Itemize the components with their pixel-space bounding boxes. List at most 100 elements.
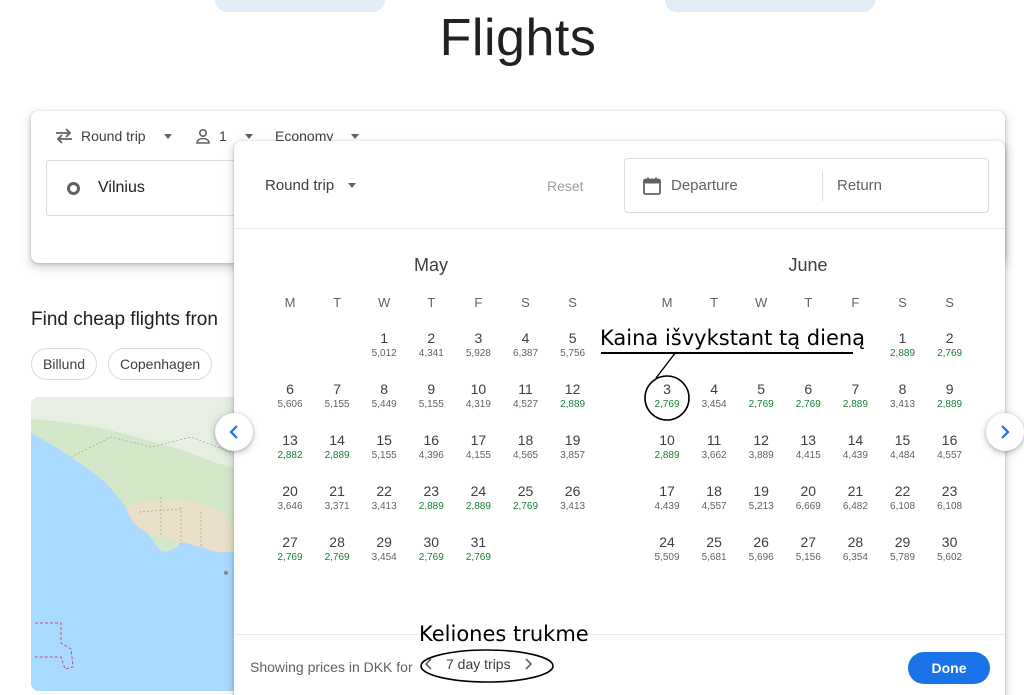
calendar-day[interactable]: 26 5,696 xyxy=(741,535,781,564)
calendar-day[interactable]: 4 6,387 xyxy=(506,331,546,360)
calendar-day[interactable]: 23 6,108 xyxy=(930,484,970,513)
calendar-day[interactable]: 5 5,756 xyxy=(553,331,593,360)
calendar-day[interactable]: 8 3,413 xyxy=(883,382,923,411)
done-button[interactable]: Done xyxy=(908,652,990,684)
next-month-button[interactable] xyxy=(986,413,1024,451)
date-range-field: Departure Return xyxy=(624,158,989,213)
day-price: 3,413 xyxy=(889,399,916,410)
calendar-day[interactable]: 1 2,889 xyxy=(883,331,923,360)
day-price: 5,928 xyxy=(465,348,491,359)
calendar-day[interactable]: 8 5,449 xyxy=(364,382,404,411)
day-number: 4 xyxy=(521,330,530,346)
calendar-day[interactable]: 10 4,319 xyxy=(458,382,498,411)
date-picker-header: Round trip Reset Departure Return xyxy=(234,141,1005,229)
weekday-header: S xyxy=(898,295,907,310)
calendar-day[interactable]: 6 2,769 xyxy=(788,382,828,411)
calendar-day[interactable]: 16 4,396 xyxy=(411,433,451,462)
day-price: 5,696 xyxy=(748,552,774,563)
day-price: 4,341 xyxy=(418,348,444,359)
departure-field[interactable]: Departure xyxy=(671,177,738,194)
calendar-day[interactable]: 14 4,439 xyxy=(835,433,875,462)
calendar-day[interactable]: 2 4,341 xyxy=(411,331,451,360)
calendar-day[interactable]: 15 5,155 xyxy=(364,433,404,462)
calendar-day[interactable]: 11 4,527 xyxy=(506,382,546,411)
calendar-day[interactable]: 29 5,789 xyxy=(883,535,923,564)
day-price: 2,882 xyxy=(277,450,303,461)
calendar-day[interactable]: 21 6,482 xyxy=(835,484,875,513)
calendar-day[interactable]: 3 5,928 xyxy=(458,331,498,360)
day-number: 22 xyxy=(376,483,392,499)
weekday-header: T xyxy=(804,295,813,310)
calendar-day[interactable]: 28 6,354 xyxy=(835,535,875,564)
day-number: 27 xyxy=(800,534,817,550)
chip-billund[interactable]: Billund xyxy=(31,348,98,380)
price-currency-note: Showing prices in DKK for xyxy=(250,659,413,675)
previous-month-button[interactable] xyxy=(215,413,253,451)
calendar-day[interactable]: 10 2,889 xyxy=(647,433,687,462)
calendar-day[interactable]: 29 3,454 xyxy=(364,535,404,564)
calendar-day[interactable]: 15 4,484 xyxy=(883,433,923,462)
calendar-day[interactable]: 30 2,769 xyxy=(411,535,451,564)
calendar-day[interactable]: 6 5,606 xyxy=(270,382,310,411)
calendar-day[interactable]: 22 6,108 xyxy=(883,484,923,513)
day-price: 5,681 xyxy=(701,552,727,563)
calendar-day[interactable]: 31 2,769 xyxy=(458,535,498,564)
calendar-day[interactable]: 27 2,769 xyxy=(270,535,310,564)
day-number: 23 xyxy=(941,483,958,499)
day-price: 2,889 xyxy=(418,501,444,512)
calendar-day[interactable]: 19 5,213 xyxy=(741,484,781,513)
day-number: 21 xyxy=(847,483,864,499)
chip-copenhagen[interactable]: Copenhagen xyxy=(108,348,213,380)
calendar-day[interactable]: 5 2,769 xyxy=(741,382,781,411)
trip-type-select[interactable]: Round trip xyxy=(55,128,172,144)
calendar-day[interactable]: 13 4,415 xyxy=(788,433,828,462)
day-price: 3,646 xyxy=(277,501,303,512)
calendar-day[interactable]: 18 4,565 xyxy=(506,433,546,462)
calendar-day[interactable]: 17 4,439 xyxy=(647,484,687,513)
calendar-day[interactable]: 20 3,646 xyxy=(270,484,310,513)
day-number: 2 xyxy=(427,330,436,346)
calendar-day[interactable]: 27 5,156 xyxy=(788,535,828,564)
calendar-day[interactable]: 9 2,889 xyxy=(930,382,970,411)
calendar-day[interactable]: 25 2,769 xyxy=(506,484,546,513)
annotation-price-note: Kaina išvykstant tą dieną xyxy=(600,326,866,350)
day-number: 18 xyxy=(706,483,722,499)
day-price: 6,354 xyxy=(842,552,868,563)
calendar-day[interactable]: 2 2,769 xyxy=(930,331,970,360)
calendar-day[interactable]: 22 3,413 xyxy=(364,484,404,513)
day-price: 2,889 xyxy=(889,348,916,359)
day-number: 12 xyxy=(753,432,769,448)
day-price: 6,482 xyxy=(842,501,868,512)
calendar-day[interactable]: 25 5,681 xyxy=(694,535,734,564)
calendar-day[interactable]: 14 2,889 xyxy=(317,433,357,462)
calendar-day[interactable]: 11 3,662 xyxy=(694,433,734,462)
calendar-day[interactable]: 17 4,155 xyxy=(458,433,498,462)
calendar-day[interactable]: 23 2,889 xyxy=(411,484,451,513)
calendar-day[interactable]: 7 2,889 xyxy=(835,382,875,411)
calendar-day[interactable]: 4 3,454 xyxy=(694,382,734,411)
return-field[interactable]: Return xyxy=(837,177,882,194)
calendar-day[interactable]: 1 5,012 xyxy=(364,331,404,360)
calendar-day[interactable]: 24 5,509 xyxy=(647,535,687,564)
day-price: 3,454 xyxy=(701,399,727,410)
calendar-day[interactable]: 21 3,371 xyxy=(317,484,357,513)
calendar-day[interactable]: 30 5,602 xyxy=(930,535,970,564)
calendar-day[interactable]: 28 2,769 xyxy=(317,535,357,564)
day-number: 7 xyxy=(851,381,860,397)
calendar-day[interactable]: 20 6,669 xyxy=(788,484,828,513)
calendar-day[interactable]: 26 3,413 xyxy=(553,484,593,513)
calendar-day[interactable]: 12 3,889 xyxy=(741,433,781,462)
calendar-day[interactable]: 19 3,857 xyxy=(553,433,593,462)
day-number: 29 xyxy=(894,534,911,550)
weekday-header: W xyxy=(755,295,768,310)
calendar-day[interactable]: 13 2,882 xyxy=(270,433,310,462)
calendar-day[interactable]: 7 5,155 xyxy=(317,382,357,411)
origin-field[interactable]: Vilnius xyxy=(46,160,256,216)
calendar-day[interactable]: 16 4,557 xyxy=(930,433,970,462)
calendar-day[interactable]: 9 5,155 xyxy=(411,382,451,411)
reset-button[interactable]: Reset xyxy=(547,178,584,194)
calendar-day[interactable]: 12 2,889 xyxy=(553,382,593,411)
calendar-day[interactable]: 18 4,557 xyxy=(694,484,734,513)
calendar-day[interactable]: 24 2,889 xyxy=(458,484,498,513)
picker-trip-type-select[interactable]: Round trip xyxy=(265,177,357,194)
